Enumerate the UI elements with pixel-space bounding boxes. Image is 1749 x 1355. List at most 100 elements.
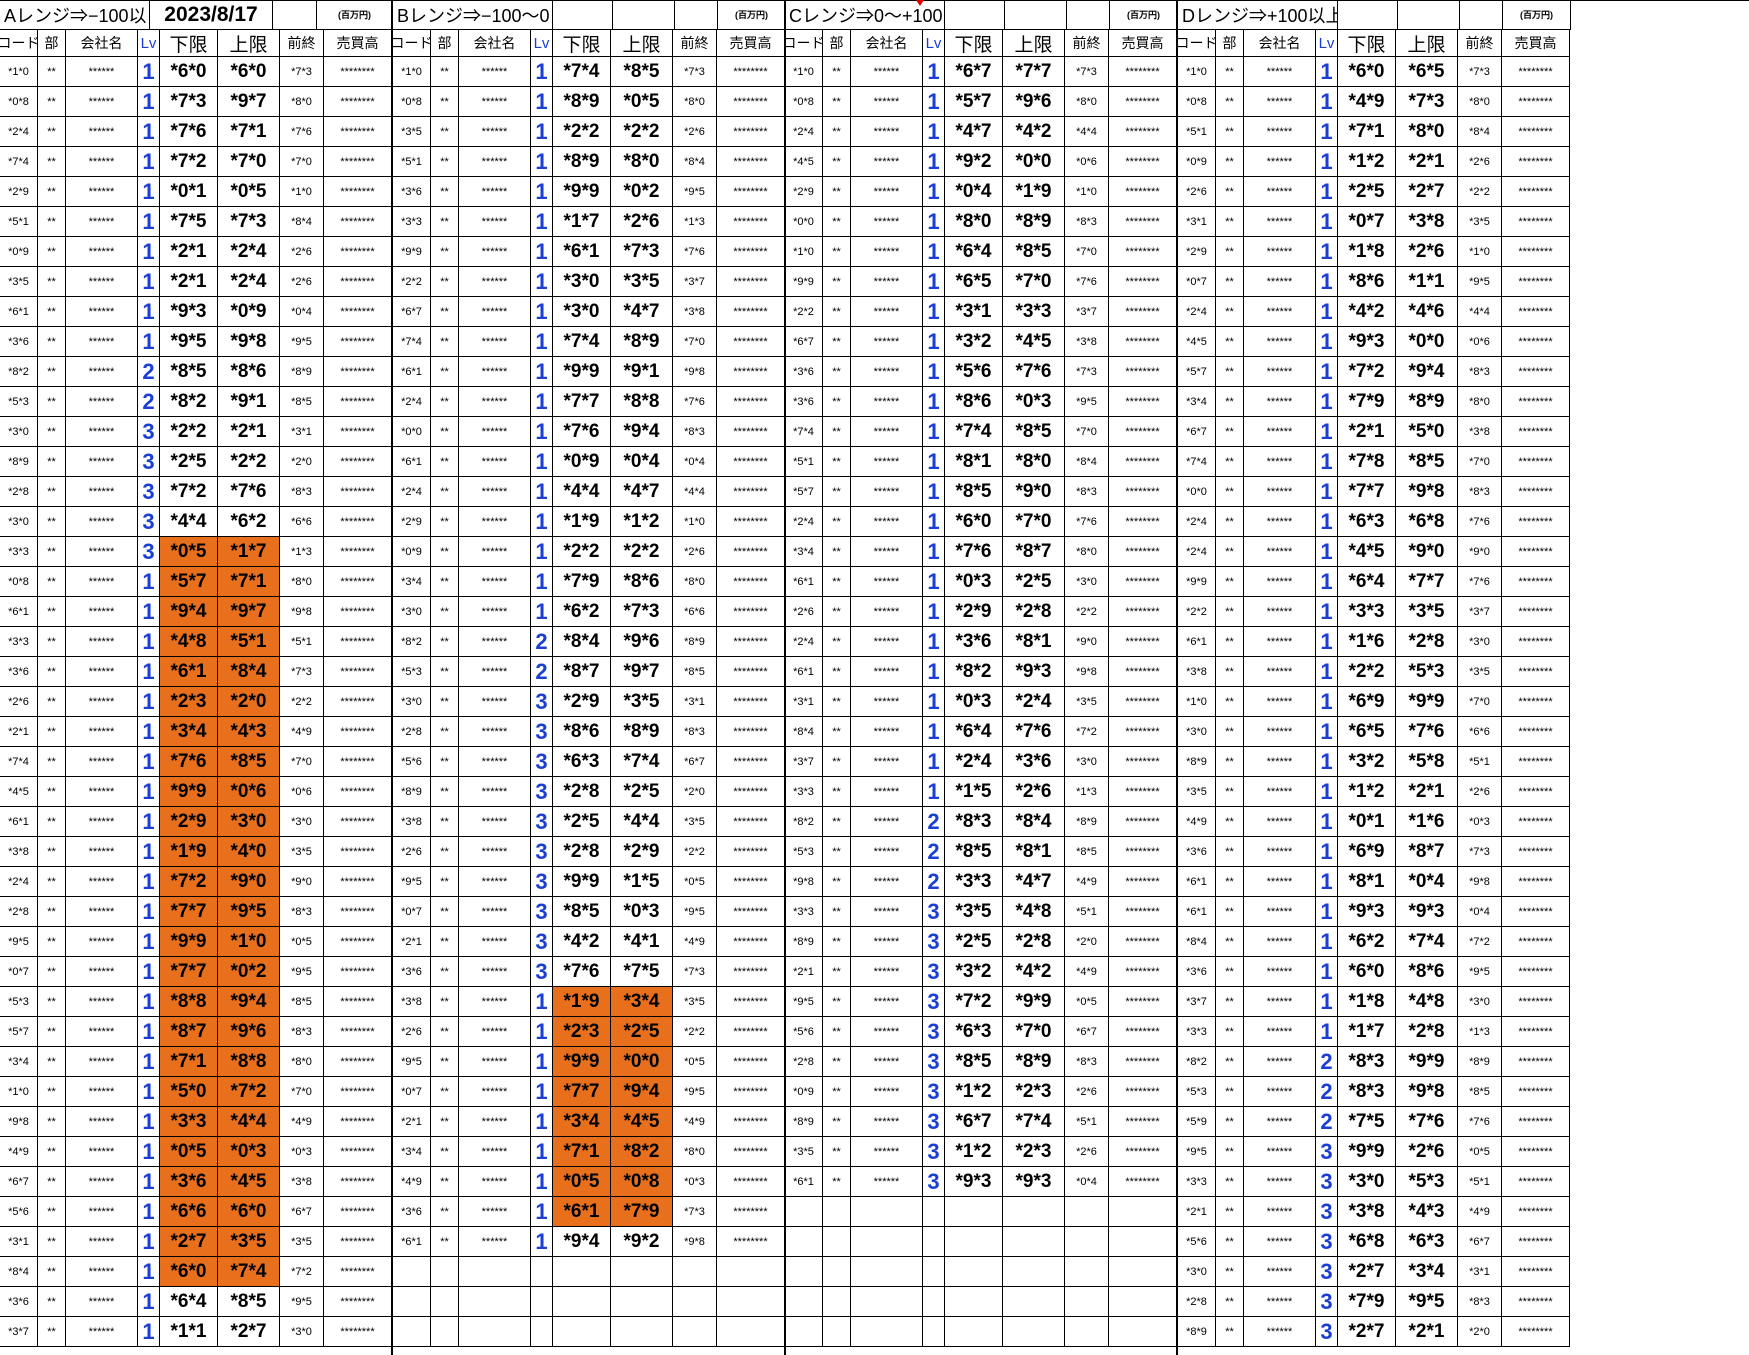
range-a-row-high[interactable]: *1*7: [218, 537, 280, 567]
range-d-row-code[interactable]: *9*9: [1178, 567, 1216, 597]
range-b-row-prev[interactable]: *8*0: [673, 1137, 717, 1167]
range-a-row-high[interactable]: *7*3: [218, 207, 280, 237]
range-a-row-prev[interactable]: *3*1: [280, 417, 324, 447]
range-b-row-high[interactable]: *8*0: [611, 147, 673, 177]
range-b-row-lv[interactable]: 3: [531, 747, 553, 777]
range-d-row-lv[interactable]: 1: [1316, 597, 1338, 627]
range-d-row-dept[interactable]: **: [1216, 987, 1244, 1017]
range-c-row-dept[interactable]: **: [823, 1137, 851, 1167]
range-b-row-name[interactable]: ******: [459, 117, 531, 147]
range-d-row-high[interactable]: *8*5: [1396, 447, 1458, 477]
range-a-row-vol[interactable]: ********: [324, 657, 392, 687]
range-d-row-high[interactable]: *6*5: [1396, 57, 1458, 87]
range-d-row-code[interactable]: *5*9: [1178, 1107, 1216, 1137]
range-c-header-vol[interactable]: 売買高: [1109, 30, 1177, 57]
range-d-row-vol[interactable]: ********: [1502, 747, 1570, 777]
range-b-row-name[interactable]: ******: [459, 1107, 531, 1137]
range-c-row-lv[interactable]: 3: [923, 1077, 945, 1107]
range-b-row-low[interactable]: *6*3: [553, 747, 611, 777]
range-d-row-vol[interactable]: ********: [1502, 57, 1570, 87]
range-a-row-lv[interactable]: 1: [138, 1077, 160, 1107]
range-a-row-low[interactable]: *2*1: [160, 267, 218, 297]
range-d-row-low[interactable]: *1*8: [1338, 237, 1396, 267]
range-b-row-dept[interactable]: **: [431, 267, 459, 297]
range-d-row-high[interactable]: *5*8: [1396, 747, 1458, 777]
range-d-row-vol[interactable]: ********: [1502, 897, 1570, 927]
range-b-row-name[interactable]: ******: [459, 597, 531, 627]
range-a-row-vol[interactable]: ********: [324, 1287, 392, 1317]
range-a-row-code[interactable]: *5*3: [0, 987, 38, 1017]
range-d-row-name[interactable]: ******: [1244, 1317, 1316, 1347]
range-c-row-prev[interactable]: *7*0: [1065, 417, 1109, 447]
range-c-empty-cell[interactable]: [823, 1317, 851, 1347]
range-b-unit[interactable]: (百万円): [718, 0, 786, 30]
range-c-header-high[interactable]: 上限: [1003, 30, 1065, 57]
range-d-row-high[interactable]: *1*1: [1396, 267, 1458, 297]
range-b-row-dept[interactable]: **: [431, 507, 459, 537]
range-a-row-name[interactable]: ******: [66, 657, 138, 687]
range-b-row-name[interactable]: ******: [459, 927, 531, 957]
range-c-row-vol[interactable]: ********: [1109, 1167, 1177, 1197]
range-a-row-low[interactable]: *6*4: [160, 1287, 218, 1317]
range-c-row-prev[interactable]: *1*0: [1065, 177, 1109, 207]
range-c-row-dept[interactable]: **: [823, 567, 851, 597]
range-a-row-name[interactable]: ******: [66, 237, 138, 267]
range-a-row-low[interactable]: *2*3: [160, 687, 218, 717]
range-b-row-low[interactable]: *7*7: [553, 1077, 611, 1107]
range-c-row-low[interactable]: *7*4: [945, 417, 1003, 447]
range-c-row-dept[interactable]: **: [823, 207, 851, 237]
range-a-row-name[interactable]: ******: [66, 687, 138, 717]
range-b-row-lv[interactable]: 1: [531, 1167, 553, 1197]
range-c-empty-cell[interactable]: [823, 1197, 851, 1227]
range-d-row-high[interactable]: *9*4: [1396, 357, 1458, 387]
range-a-row-vol[interactable]: ********: [324, 327, 392, 357]
range-c-row-dept[interactable]: **: [823, 357, 851, 387]
range-d-row-lv[interactable]: 2: [1316, 1047, 1338, 1077]
range-c-row-high[interactable]: *8*4: [1003, 807, 1065, 837]
range-c-empty-cell[interactable]: [851, 1317, 923, 1347]
range-a-row-lv[interactable]: 1: [138, 897, 160, 927]
range-c-row-dept[interactable]: **: [823, 987, 851, 1017]
range-d-row-dept[interactable]: **: [1216, 777, 1244, 807]
range-b-row-prev[interactable]: *9*8: [673, 357, 717, 387]
range-a-row-prev[interactable]: *9*8: [280, 597, 324, 627]
range-c-row-low[interactable]: *3*1: [945, 297, 1003, 327]
range-b-row-lv[interactable]: 1: [531, 1047, 553, 1077]
range-a-row-prev[interactable]: *7*0: [280, 1077, 324, 1107]
range-c-row-vol[interactable]: ********: [1109, 57, 1177, 87]
range-b-row-vol[interactable]: ********: [717, 177, 785, 207]
range-a-row-code[interactable]: *2*1: [0, 717, 38, 747]
range-c-row-lv[interactable]: 1: [923, 237, 945, 267]
range-d-row-name[interactable]: ******: [1244, 567, 1316, 597]
range-b-header-code[interactable]: コード: [393, 30, 431, 57]
range-b-empty-cell[interactable]: [431, 1287, 459, 1317]
range-c-row-vol[interactable]: ********: [1109, 117, 1177, 147]
range-b-row-code[interactable]: *0*7: [393, 1077, 431, 1107]
range-c-row-dept[interactable]: **: [823, 447, 851, 477]
range-a-row-name[interactable]: ******: [66, 777, 138, 807]
range-b-row-low[interactable]: *0*5: [553, 1167, 611, 1197]
range-a-row-low[interactable]: *6*6: [160, 1197, 218, 1227]
range-a-row-lv[interactable]: 1: [138, 687, 160, 717]
range-c-row-low[interactable]: *6*7: [945, 1107, 1003, 1137]
range-a-row-lv[interactable]: 1: [138, 1317, 160, 1347]
range-d-row-vol[interactable]: ********: [1502, 597, 1570, 627]
range-a-row-prev[interactable]: *3*5: [280, 1227, 324, 1257]
range-a-row-high[interactable]: *0*2: [218, 957, 280, 987]
range-a-row-lv[interactable]: 1: [138, 1047, 160, 1077]
range-d-row-lv[interactable]: 1: [1316, 747, 1338, 777]
range-c-row-vol[interactable]: ********: [1109, 147, 1177, 177]
range-c-row-dept[interactable]: **: [823, 387, 851, 417]
range-d-row-name[interactable]: ******: [1244, 1137, 1316, 1167]
range-c-row-code[interactable]: *8*9: [785, 927, 823, 957]
range-a-row-lv[interactable]: 1: [138, 57, 160, 87]
range-a-row-lv[interactable]: 1: [138, 1107, 160, 1137]
range-c-row-lv[interactable]: 3: [923, 1107, 945, 1137]
range-a-row-high[interactable]: *9*7: [218, 87, 280, 117]
range-c-row-vol[interactable]: ********: [1109, 357, 1177, 387]
range-d-row-vol[interactable]: ********: [1502, 927, 1570, 957]
range-c-row-high[interactable]: *4*2: [1003, 117, 1065, 147]
range-a-row-name[interactable]: ******: [66, 897, 138, 927]
range-d-row-vol[interactable]: ********: [1502, 717, 1570, 747]
range-b-row-lv[interactable]: 3: [531, 867, 553, 897]
